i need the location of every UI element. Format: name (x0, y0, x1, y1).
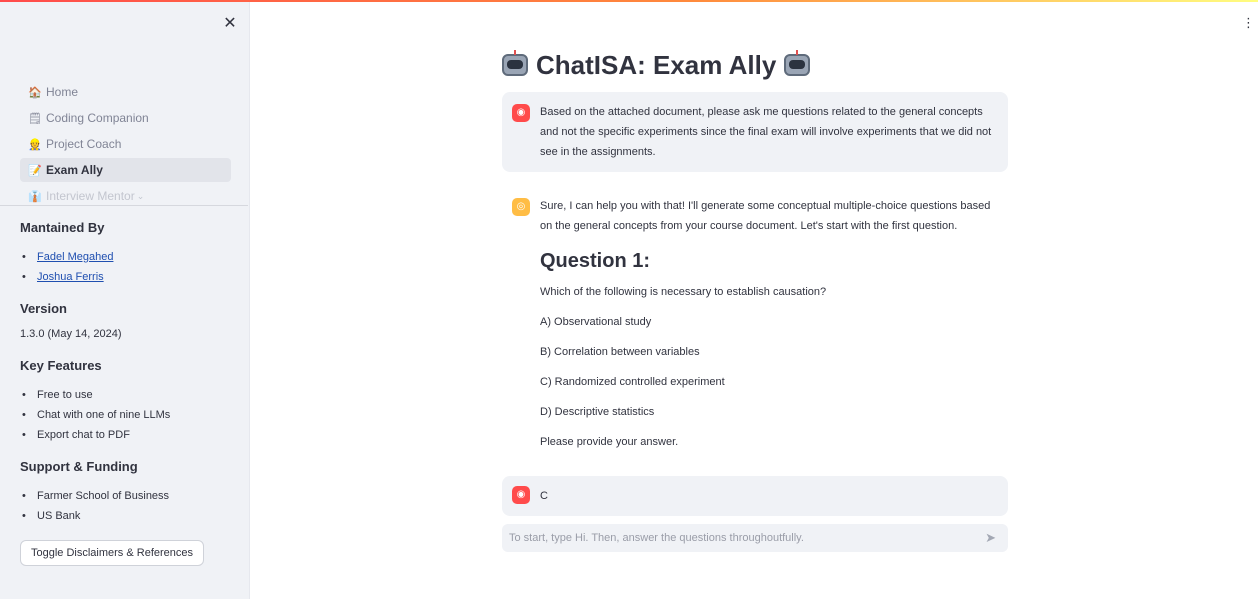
support-list: Farmer School of Business US Bank (20, 486, 235, 526)
maintainers-list: Fadel Megahed Joshua Ferris (20, 247, 235, 287)
message-intro: Sure, I can help you with that! I'll gen… (540, 200, 991, 232)
nav-divider (0, 205, 248, 206)
maintained-by-heading: Mantained By (20, 220, 105, 235)
list-item: Chat with one of nine LLMs (20, 405, 235, 425)
memo-icon: 📝 (28, 164, 42, 177)
chat-input[interactable]: To start, type Hi. Then, answer the ques… (502, 524, 1008, 552)
chat-main: ChatISA: Exam Ally ◉ Based on the attach… (502, 48, 1008, 516)
nav-item-label: Home (46, 85, 79, 99)
chat-message-user: ◉ Based on the attached document, please… (502, 92, 1008, 172)
user-avatar-icon: ◉ (512, 104, 530, 122)
bot-avatar-icon: ◎ (512, 198, 530, 216)
list-item: Joshua Ferris (20, 267, 235, 287)
nav-item-label: Interview Mentor (46, 189, 135, 203)
list-item: Export chat to PDF (20, 425, 235, 445)
page-navigation: 🏠 Home 🗒 Coding Companion 👷 Project Coac… (20, 80, 231, 210)
notepad-icon: 🗒 (28, 112, 42, 125)
nav-item-label: Exam Ally (46, 163, 103, 177)
house-icon: 🏠 (28, 86, 42, 99)
option-d: D) Descriptive statistics (540, 406, 655, 418)
chat-input-placeholder: To start, type Hi. Then, answer the ques… (509, 532, 804, 544)
list-item: Fadel Megahed (20, 247, 235, 267)
key-features-heading: Key Features (20, 358, 102, 373)
person-icon: 👔 (28, 190, 42, 203)
message-text: C (540, 490, 548, 502)
message-text: Based on the attached document, please a… (540, 106, 992, 158)
maintainer-link-joshua-ferris[interactable]: Joshua Ferris (37, 271, 104, 283)
page-title-text: ChatISA: Exam Ally (536, 49, 777, 80)
maintainer-link-fadel-megahed[interactable]: Fadel Megahed (37, 251, 113, 263)
features-list: Free to use Chat with one of nine LLMs E… (20, 385, 235, 445)
nav-item-exam-ally[interactable]: 📝 Exam Ally (20, 158, 231, 182)
question-text: Which of the following is necessary to e… (540, 286, 827, 298)
sidebar-info: Mantained By Fadel Megahed Joshua Ferris… (20, 220, 235, 566)
option-a: A) Observational study (540, 316, 652, 328)
chat-message-assistant: ◎ Sure, I can help you with that! I'll g… (502, 186, 1008, 462)
send-icon[interactable]: ➤ (985, 530, 996, 546)
answer-prompt: Please provide your answer. (540, 436, 679, 448)
list-item: Farmer School of Business (20, 486, 235, 506)
robot-icon (784, 50, 811, 76)
worker-icon: 👷 (28, 138, 42, 151)
nav-item-project-coach[interactable]: 👷 Project Coach (20, 132, 231, 156)
page-title: ChatISA: Exam Ally (502, 48, 1008, 82)
chevron-down-icon[interactable]: ⌄ (137, 191, 145, 202)
user-avatar-icon: ◉ (512, 486, 530, 504)
list-item: US Bank (20, 506, 235, 526)
option-b: B) Correlation between variables (540, 346, 700, 358)
close-sidebar-button[interactable]: ✕ (222, 16, 238, 32)
version-heading: Version (20, 301, 67, 316)
nav-item-coding-companion[interactable]: 🗒 Coding Companion (20, 106, 231, 130)
nav-item-home[interactable]: 🏠 Home (20, 80, 231, 104)
question-heading: Question 1: (540, 250, 651, 272)
version-text: 1.3.0 (May 14, 2024) (20, 328, 122, 340)
list-item: Free to use (20, 385, 235, 405)
toggle-disclaimers-button[interactable]: Toggle Disclaimers & References (20, 540, 205, 566)
nav-item-label: Coding Companion (46, 111, 149, 125)
option-c: C) Randomized controlled experiment (540, 376, 725, 388)
chat-message-user: ◉ C (502, 476, 1008, 516)
kebab-menu-icon[interactable]: ⋮ (1242, 16, 1255, 30)
sidebar: ✕ 🏠 Home 🗒 Coding Companion 👷 Project Co… (0, 2, 250, 599)
nav-item-label: Project Coach (46, 137, 122, 151)
support-heading: Support & Funding (20, 459, 138, 474)
robot-icon (502, 50, 528, 76)
